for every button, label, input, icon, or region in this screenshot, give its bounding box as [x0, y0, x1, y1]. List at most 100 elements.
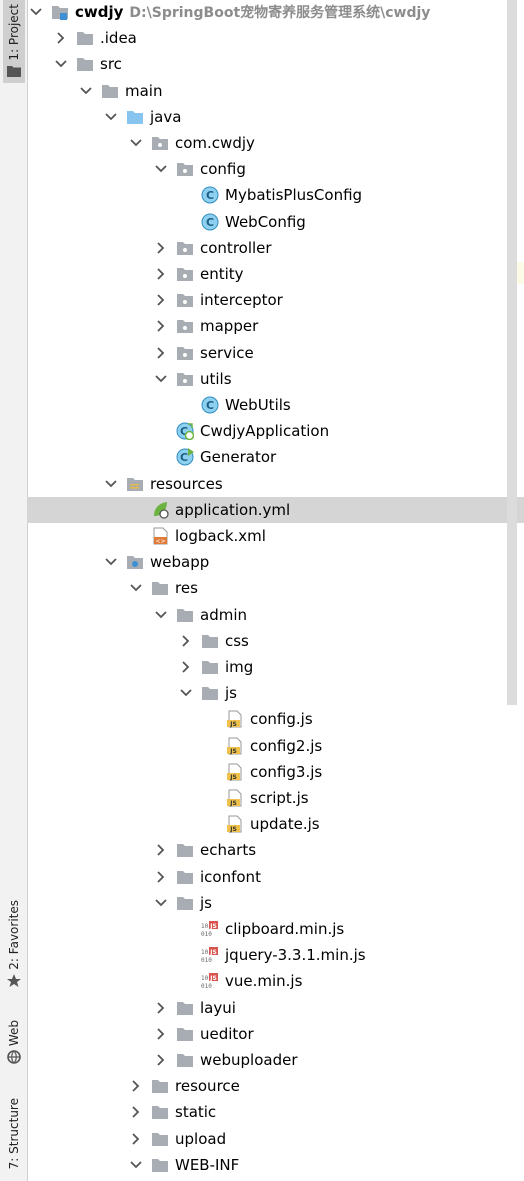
- tree-node[interactable]: com.cwdjy: [27, 130, 524, 156]
- chevron-right-icon[interactable]: [53, 25, 69, 51]
- tree-node[interactable]: mapper: [27, 313, 524, 339]
- js-file-icon: JS: [226, 789, 244, 807]
- svg-text:010: 010: [201, 931, 212, 938]
- chevron-down-icon[interactable]: [103, 104, 119, 130]
- class-icon: C: [201, 186, 219, 204]
- chevron-down-icon[interactable]: [103, 471, 119, 497]
- tree-node[interactable]: interceptor: [27, 287, 524, 313]
- tree-node[interactable]: ueditor: [27, 1021, 524, 1047]
- class-icon: C: [201, 213, 219, 231]
- tree-node[interactable]: service: [27, 340, 524, 366]
- tree-node-label: src: [100, 55, 122, 74]
- tree-node[interactable]: controller: [27, 235, 524, 261]
- favorites-tool-tab[interactable]: 2: Favorites: [3, 900, 25, 988]
- folder-icon: [151, 579, 169, 597]
- tree-node[interactable]: css: [27, 628, 524, 654]
- chevron-down-icon[interactable]: [28, 0, 44, 25]
- tree-node[interactable]: js: [27, 890, 524, 916]
- tree-node[interactable]: JS config3.js: [27, 759, 524, 785]
- svg-text:JS: JS: [229, 721, 237, 728]
- chevron-right-icon[interactable]: [153, 837, 169, 863]
- tree-node[interactable]: C WebUtils: [27, 392, 524, 418]
- tree-node[interactable]: admin: [27, 602, 524, 628]
- tree-node[interactable]: C Generator: [27, 444, 524, 470]
- tree-node[interactable]: upload: [27, 1126, 524, 1152]
- package-icon: [176, 370, 194, 388]
- chevron-down-icon[interactable]: [53, 51, 69, 77]
- tree-node[interactable]: JS update.js: [27, 811, 524, 837]
- tree-node[interactable]: img: [27, 654, 524, 680]
- chevron-down-icon[interactable]: [103, 549, 119, 575]
- tree-node[interactable]: config: [27, 156, 524, 182]
- svg-text:10: 10: [201, 975, 209, 982]
- tree-node-label: upload: [175, 1129, 227, 1148]
- tree-node[interactable]: layui: [27, 995, 524, 1021]
- tree-node[interactable]: res: [27, 575, 524, 601]
- tree-node[interactable]: static: [27, 1099, 524, 1125]
- star-icon: [7, 973, 21, 987]
- chevron-down-icon[interactable]: [128, 130, 144, 156]
- tree-node[interactable]: entity: [27, 261, 524, 287]
- chevron-down-icon[interactable]: [128, 1152, 144, 1178]
- project-tree: cwdjy D:\SpringBoot宠物寄养服务管理系统\cwdjy .idea s…: [27, 0, 524, 1181]
- chevron-right-icon[interactable]: [153, 340, 169, 366]
- tree-node[interactable]: src: [27, 51, 524, 77]
- tree-node[interactable]: 10 010 JS jquery-3.3.1.min.js: [27, 942, 524, 968]
- chevron-right-icon[interactable]: [128, 1099, 144, 1125]
- tree-node[interactable]: 10 010 JS vue.min.js: [27, 968, 524, 994]
- tree-node-label: vue.min.js: [225, 972, 303, 991]
- tree-node[interactable]: utils: [27, 366, 524, 392]
- tree-node[interactable]: JS config.js: [27, 706, 524, 732]
- tree-node-label: css: [225, 631, 249, 650]
- xml-file-icon: <>: [151, 527, 169, 545]
- tree-node[interactable]: iconfont: [27, 864, 524, 890]
- tree-node-label: interceptor: [200, 291, 283, 310]
- chevron-right-icon[interactable]: [153, 864, 169, 890]
- chevron-right-icon[interactable]: [128, 1126, 144, 1152]
- chevron-right-icon[interactable]: [153, 1047, 169, 1073]
- chevron-right-icon[interactable]: [153, 313, 169, 339]
- tree-node[interactable]: JS config2.js: [27, 733, 524, 759]
- chevron-down-icon[interactable]: [78, 78, 94, 104]
- chevron-down-icon[interactable]: [178, 680, 194, 706]
- tree-node[interactable]: webuploader: [27, 1047, 524, 1073]
- tree-node[interactable]: JS script.js: [27, 785, 524, 811]
- tree-node-label: MybatisPlusConfig: [225, 186, 363, 205]
- tree-node[interactable]: .idea: [27, 25, 524, 51]
- tree-node[interactable]: C WebConfig: [27, 209, 524, 235]
- web-tool-tab[interactable]: Web: [3, 1020, 25, 1064]
- tree-node[interactable]: cwdjy D:\SpringBoot宠物寄养服务管理系统\cwdjy: [27, 0, 524, 25]
- chevron-right-icon[interactable]: [153, 287, 169, 313]
- main-class-icon: C: [176, 448, 194, 466]
- chevron-down-icon[interactable]: [153, 156, 169, 182]
- chevron-right-icon[interactable]: [178, 628, 194, 654]
- chevron-right-icon[interactable]: [178, 654, 194, 680]
- tree-node[interactable]: resource: [27, 1073, 524, 1099]
- tree-node[interactable]: <> logback.xml: [27, 523, 524, 549]
- chevron-right-icon[interactable]: [153, 261, 169, 287]
- chevron-down-icon[interactable]: [128, 575, 144, 601]
- tool-window-strip: 1: Project 2: Favorites Web 7: Structure: [0, 0, 28, 1181]
- chevron-down-icon[interactable]: [153, 890, 169, 916]
- tree-scrollbar[interactable]: [507, 0, 517, 705]
- chevron-down-icon[interactable]: [153, 602, 169, 628]
- tree-node[interactable]: main: [27, 78, 524, 104]
- tree-node[interactable]: C CwdjyApplication: [27, 418, 524, 444]
- project-tool-tab[interactable]: 1: Project: [3, 0, 25, 83]
- tree-node[interactable]: resources: [27, 471, 524, 497]
- svg-text:JS: JS: [209, 975, 217, 982]
- chevron-right-icon[interactable]: [153, 995, 169, 1021]
- tree-node[interactable]: java: [27, 104, 524, 130]
- tree-node[interactable]: C MybatisPlusConfig: [27, 182, 524, 208]
- chevron-right-icon[interactable]: [153, 1021, 169, 1047]
- structure-tool-tab[interactable]: 7: Structure: [3, 1098, 25, 1169]
- chevron-right-icon[interactable]: [153, 235, 169, 261]
- tree-node[interactable]: webapp: [27, 549, 524, 575]
- tree-node[interactable]: js: [27, 680, 524, 706]
- tree-node[interactable]: echarts: [27, 837, 524, 863]
- tree-node[interactable]: WEB-INF: [27, 1152, 524, 1178]
- tree-node[interactable]: 10 010 JS clipboard.min.js: [27, 916, 524, 942]
- tree-node[interactable]: application.yml: [27, 496, 524, 523]
- chevron-down-icon[interactable]: [153, 366, 169, 392]
- chevron-right-icon[interactable]: [128, 1073, 144, 1099]
